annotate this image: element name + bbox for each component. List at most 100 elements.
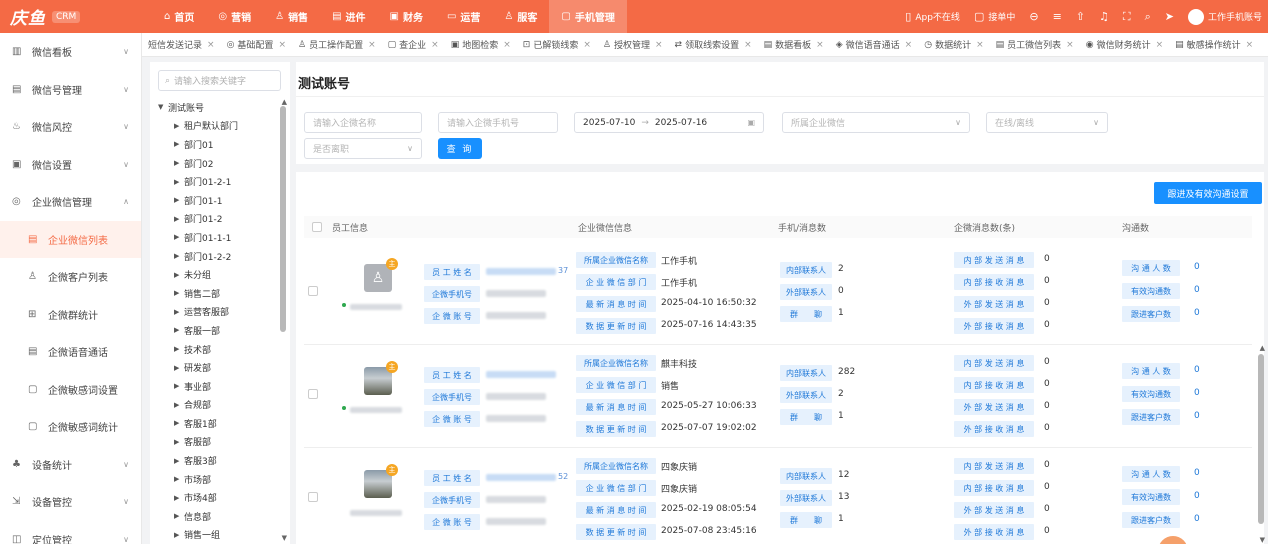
tree-node[interactable]: ▶ 部门01-1 [150,191,280,210]
close-icon[interactable]: × [655,40,663,50]
row-checkbox[interactable] [308,389,318,399]
sidebar-item[interactable]: ⊞ 企微群统计 [0,296,141,334]
tab-item[interactable]: ⊡ 已解锁线索 × [517,38,597,52]
tree-node[interactable]: ▶ 部门02 [150,154,280,173]
tab-item[interactable]: ◎ 基础配置 × [221,38,292,52]
chat-count[interactable]: 0 [1194,388,1200,398]
sidebar-item[interactable]: ▢ 企微敏感词设置 [0,371,141,409]
tree-node[interactable]: ▶ 市场部 [150,470,280,489]
tree-node[interactable]: ▶ 租户默认部门 [150,117,280,136]
chat-count[interactable]: 0 [1194,491,1200,501]
topnav-item[interactable]: ▤ 进件 [320,0,377,33]
tree-node[interactable]: ▶ 销售一组 [150,526,280,544]
tree-node[interactable]: ▶ 客服1部 [150,414,280,433]
tree-node[interactable]: ▶ 客服一部 [150,321,280,340]
tree-node[interactable]: ▶ 部门01-2-2 [150,247,280,266]
resign-select[interactable]: 是否离职 ∨ [304,138,422,159]
select-all-checkbox[interactable] [312,222,322,232]
tab-item[interactable]: ▤ 员工微信列表 × [990,38,1080,52]
lock-icon[interactable]: ⊖ [1029,10,1038,23]
search-button[interactable]: 查 询 [438,138,482,159]
sidebar-item[interactable]: ▤ 企微语音通话 [0,333,141,371]
close-icon[interactable]: × [905,40,913,50]
tree-node[interactable]: ▶ 研发部 [150,358,280,377]
chat-count[interactable]: 0 [1194,468,1200,478]
sidebar-item[interactable]: ◎ 企业微信管理 ∧ [0,183,141,221]
chat-count[interactable]: 0 [1194,285,1200,295]
chat-count[interactable]: 0 [1194,514,1200,524]
close-icon[interactable]: × [368,40,376,50]
app-logo[interactable]: 庆鱼 CRM [0,4,140,29]
online-select[interactable]: 在线/离线 ∨ [986,112,1108,133]
row-checkbox[interactable] [308,492,318,502]
tree-node[interactable]: ▶ 信息部 [150,507,280,526]
tree-search-input[interactable]: ⌕ 请输入搜索关键字 [158,70,281,91]
sidebar-item[interactable]: ⇲ 设备管控 ∨ [0,483,141,521]
sidebar-item[interactable]: ▣ 微信设置 ∨ [0,146,141,184]
corp-select[interactable]: 所属企业微信 ∨ [782,112,970,133]
follow-setting-button[interactable]: 跟进及有效沟通设置 [1154,182,1262,204]
grid-icon[interactable]: ≡ [1053,10,1062,23]
close-icon[interactable]: × [583,40,591,50]
tab-item[interactable]: ▣ 地图检索 × [445,38,517,52]
sidebar-item[interactable]: ▥ 微信看板 ∨ [0,33,141,71]
scroll-up-icon[interactable]: ▲ [282,98,287,106]
tree-node[interactable]: ▶ 销售二部 [150,284,280,303]
search-icon[interactable]: ⌕ [1145,10,1151,24]
close-icon[interactable]: × [503,40,511,50]
tab-item[interactable]: ♙ 授权管理 × [597,38,669,52]
sidebar-item[interactable]: ♣ 设备统计 ∨ [0,446,141,484]
topnav-item[interactable]: ▣ 财务 [378,0,435,33]
tab-item[interactable]: ♙ 员工操作配置 × [292,38,382,52]
close-icon[interactable]: × [207,40,215,50]
tab-item[interactable]: ▤ 数据看板 × [758,38,830,52]
topnav-item[interactable]: ◎ 营销 [206,0,263,33]
date-range-picker[interactable]: 2025-07-10 → 2025-07-16 ▣ [574,112,764,133]
sidebar-item[interactable]: ♙ 企微客户列表 [0,258,141,296]
tab-item[interactable]: 短信发送记录 × [142,38,221,52]
tab-item[interactable]: ▢ 查企业 × [382,38,445,52]
close-icon[interactable]: × [816,40,824,50]
tab-item[interactable]: ▤ 敏感操作统计 × [1169,38,1259,52]
chat-count[interactable]: 0 [1194,262,1200,272]
tree-node[interactable]: ▶ 运营客服部 [150,303,280,322]
tab-item[interactable]: ◉ 微信财务统计 × [1080,38,1169,52]
tree-node[interactable]: ▶ 客服部 [150,433,280,452]
tree-node[interactable]: ▶ 技术部 [150,340,280,359]
sidebar-item[interactable]: ▤ 微信号管理 ∨ [0,71,141,109]
tree-scrollbar[interactable] [280,106,286,332]
tree-node-root[interactable]: ▼ 测试账号 [150,98,280,117]
row-checkbox[interactable] [308,286,318,296]
order-status[interactable]: ▢ 接单中 [974,10,1015,23]
close-icon[interactable]: × [976,40,984,50]
close-icon[interactable]: × [1246,40,1254,50]
tab-item[interactable]: ◷ 数据统计 × [918,38,989,52]
close-icon[interactable]: × [1156,40,1164,50]
corp-phone-input[interactable]: 请输入企微手机号 [438,112,558,133]
sidebar-item[interactable]: ▢ 企微敏感词统计 [0,408,141,446]
table-scrollbar[interactable] [1258,354,1264,524]
topnav-item[interactable]: ▭ 运营 [435,0,492,33]
tree-node[interactable]: ▶ 部门01-2-1 [150,172,280,191]
tree-node[interactable]: ▶ 部门01-1-1 [150,228,280,247]
sidebar-item[interactable]: ▤ 企业微信列表 [0,220,141,258]
tree-node[interactable]: ▶ 未分组 [150,265,280,284]
send-icon[interactable]: ➤ [1165,10,1174,23]
close-icon[interactable]: × [744,40,752,50]
sidebar-item[interactable]: ◫ 定位管控 ∨ [0,521,141,544]
corp-name-input[interactable]: 请输入企微名称 [304,112,422,133]
tree-node[interactable]: ▶ 客服3部 [150,451,280,470]
user-menu[interactable]: 工作手机账号 [1187,8,1262,25]
close-icon[interactable]: × [431,40,439,50]
bell-icon[interactable]: ♫ [1099,10,1109,23]
tree-node[interactable]: ▶ 部门01 [150,135,280,154]
tree-node[interactable]: ▶ 市场4部 [150,488,280,507]
topnav-item[interactable]: ♙ 销售 [263,0,320,33]
tree-node[interactable]: ▶ 事业部 [150,377,280,396]
chat-count[interactable]: 0 [1194,308,1200,318]
close-icon[interactable]: × [278,40,286,50]
topnav-item[interactable]: ▢ 手机管理 [549,0,627,33]
fullscreen-icon[interactable]: ⛶ [1123,10,1131,24]
scroll-down-icon[interactable]: ▼ [282,534,287,542]
sidebar-item[interactable]: ♨ 微信风控 ∨ [0,108,141,146]
